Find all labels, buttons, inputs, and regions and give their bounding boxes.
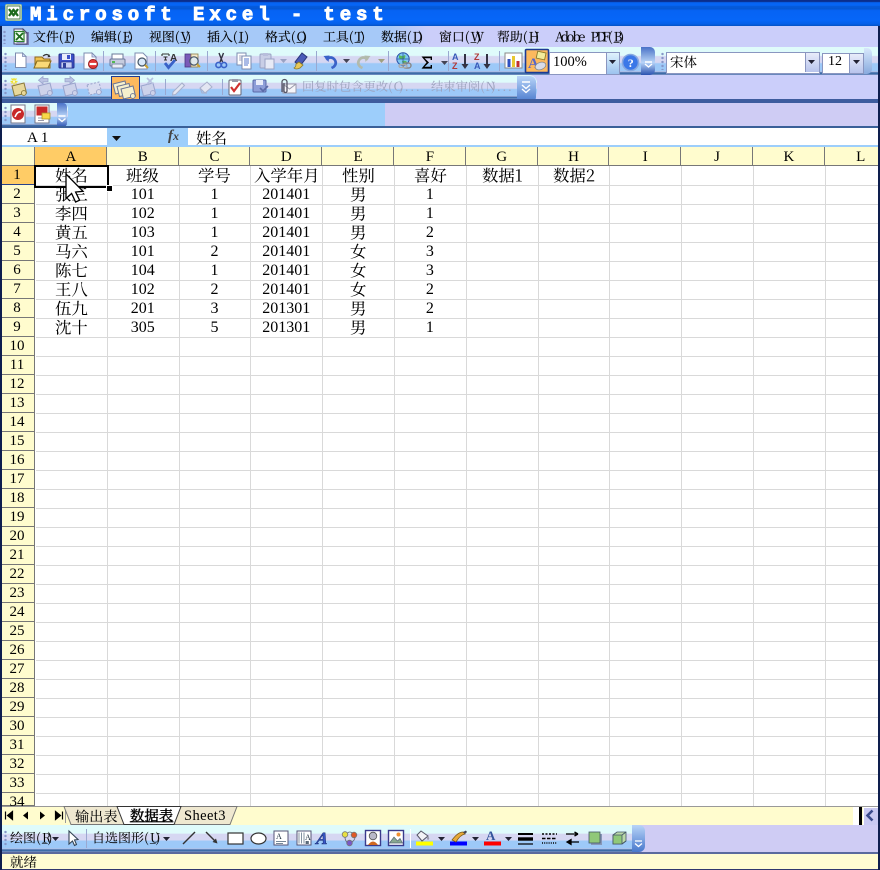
svg-text:A: A [276,832,282,841]
svg-text:A: A [305,833,311,842]
svg-text:A: A [486,828,496,843]
svg-text:Z: Z [452,61,458,71]
svg-text:?: ? [628,56,634,70]
svg-text:A: A [474,61,481,71]
